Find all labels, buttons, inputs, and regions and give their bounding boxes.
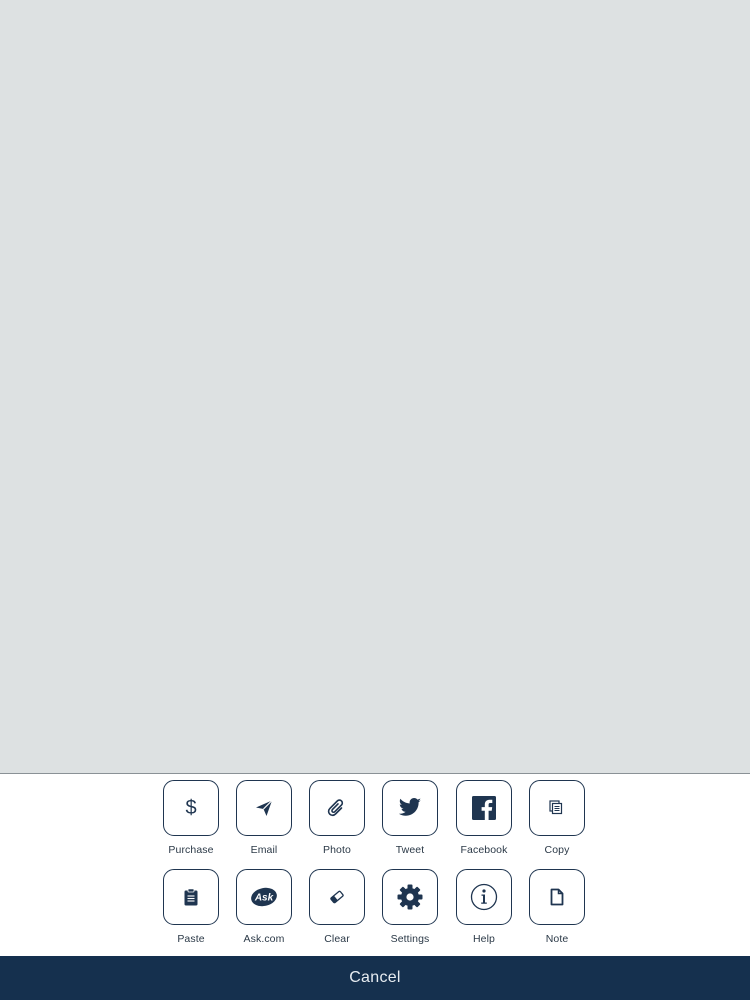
eraser-icon <box>329 889 345 905</box>
ask-button[interactable]: Ask <box>236 869 292 925</box>
clipboard-icon <box>183 888 199 906</box>
help-action[interactable]: Help <box>450 869 520 949</box>
copy-button[interactable] <box>529 780 585 836</box>
cancel-label: Cancel <box>349 969 401 986</box>
action-row-1: $ Purchase Email Photo Tweet Facebook Co… <box>0 780 750 860</box>
paper-plane-icon <box>254 798 274 818</box>
copy-action[interactable]: Copy <box>523 780 593 860</box>
note-label: Note <box>545 933 569 945</box>
svg-text:Ask: Ask <box>254 893 274 904</box>
email-button[interactable] <box>236 780 292 836</box>
paperclip-icon <box>326 797 348 819</box>
photo-button[interactable] <box>309 780 365 836</box>
ask-action[interactable]: Ask Ask.com <box>230 869 300 949</box>
facebook-button[interactable] <box>456 780 512 836</box>
purchase-button[interactable]: $ <box>163 780 219 836</box>
twitter-bird-icon <box>398 798 422 818</box>
action-row-2: Paste Ask Ask.com Clear Settings Help No… <box>0 869 750 949</box>
tweet-button[interactable] <box>382 780 438 836</box>
paste-action[interactable]: Paste <box>157 869 227 949</box>
note-action[interactable]: Note <box>523 869 593 949</box>
ask-logo-icon: Ask <box>250 887 278 907</box>
facebook-icon <box>472 796 496 820</box>
document-icon <box>550 888 564 906</box>
settings-action[interactable]: Settings <box>376 869 446 949</box>
tweet-action[interactable]: Tweet <box>376 780 446 860</box>
copy-icon <box>548 799 566 817</box>
copy-label: Copy <box>544 844 570 856</box>
info-icon <box>470 883 498 911</box>
purchase-action[interactable]: $ Purchase <box>157 780 227 860</box>
clear-button[interactable] <box>309 869 365 925</box>
drawing-canvas[interactable] <box>0 0 750 774</box>
note-button[interactable] <box>529 869 585 925</box>
dollar-icon: $ <box>185 796 197 819</box>
settings-button[interactable] <box>382 869 438 925</box>
cancel-button[interactable]: Cancel <box>0 956 750 1000</box>
photo-action[interactable]: Photo <box>303 780 373 860</box>
gear-icon <box>396 883 424 911</box>
help-button[interactable] <box>456 869 512 925</box>
email-action[interactable]: Email <box>230 780 300 860</box>
facebook-action[interactable]: Facebook <box>450 780 520 860</box>
paste-button[interactable] <box>163 869 219 925</box>
share-sheet: $ Purchase Email Photo Tweet Facebook Co… <box>0 773 750 956</box>
clear-action[interactable]: Clear <box>303 869 373 949</box>
